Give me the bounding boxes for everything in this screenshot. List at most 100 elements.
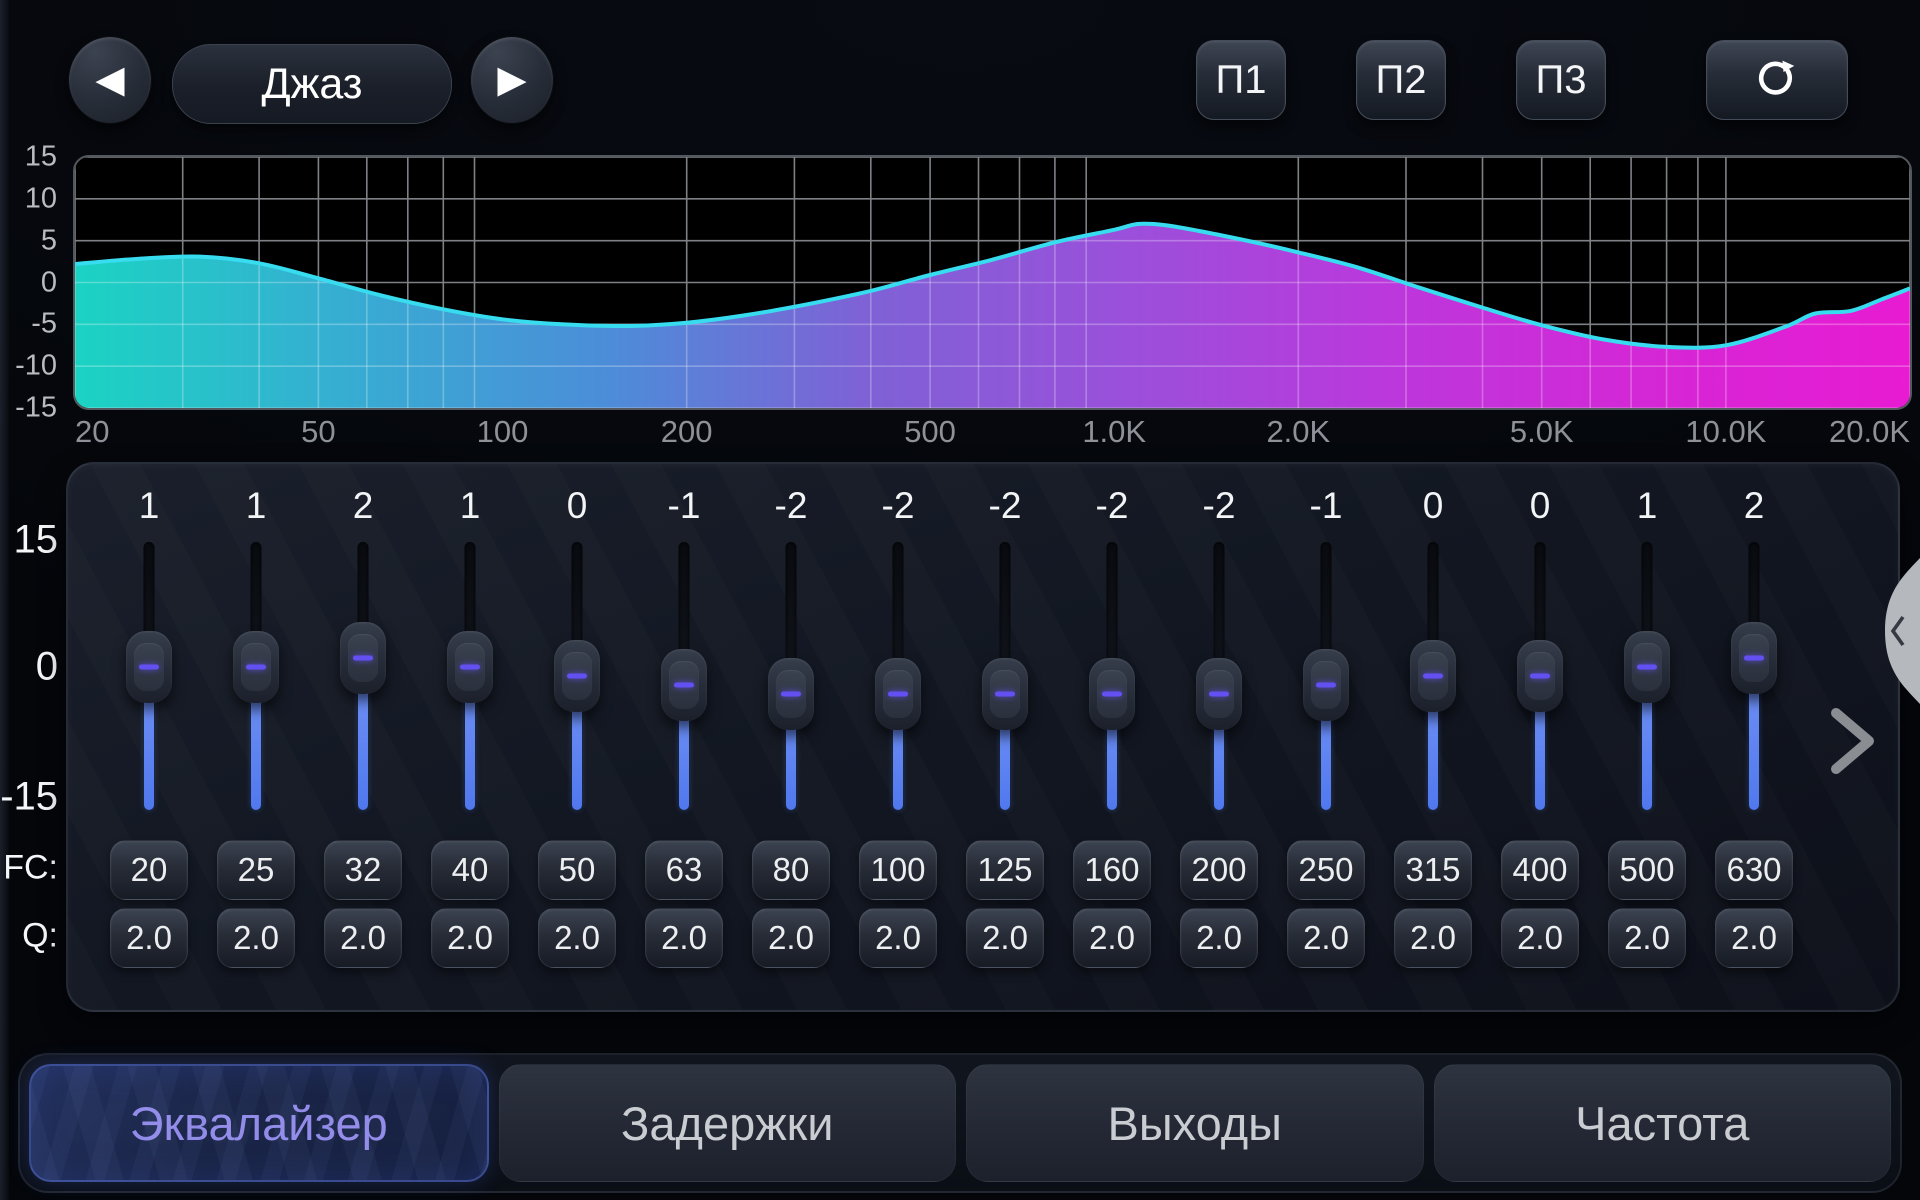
band-gain-slider[interactable]	[1064, 542, 1160, 810]
band-gain-slider[interactable]	[315, 542, 411, 810]
tab-equalizer[interactable]: Эквалайзер	[29, 1064, 489, 1182]
band-gain-value: 2	[1706, 484, 1802, 528]
preset-next-button[interactable]: ▶	[470, 36, 554, 124]
more-bands-chevron[interactable]	[1830, 708, 1876, 774]
slider-thumb[interactable]	[447, 631, 493, 703]
frequency-axis-tick: 200	[661, 414, 713, 450]
band-50hz: 0 50 2.0	[529, 464, 625, 1010]
left-triangle-icon: ◀	[95, 61, 124, 99]
slider-thumb[interactable]	[1410, 640, 1456, 712]
slider-thumb[interactable]	[1089, 658, 1135, 730]
band-q-button[interactable]: 2.0	[1287, 908, 1365, 968]
slider-thumb[interactable]	[661, 649, 707, 721]
band-fc-button[interactable]: 250	[1287, 840, 1365, 900]
band-gain-slider[interactable]	[743, 542, 839, 810]
band-fc-button[interactable]: 160	[1073, 840, 1151, 900]
band-gain-slider[interactable]	[957, 542, 1053, 810]
band-q-button[interactable]: 2.0	[966, 908, 1044, 968]
slider-thumb-inner	[1311, 661, 1341, 709]
slider-thumb[interactable]	[554, 640, 600, 712]
band-q-button[interactable]: 2.0	[217, 908, 295, 968]
slider-thumb[interactable]	[1624, 631, 1670, 703]
band-gain-value: -2	[957, 484, 1053, 528]
preset-memory-button-p1[interactable]: П1	[1196, 40, 1286, 120]
band-q-button[interactable]: 2.0	[645, 908, 723, 968]
band-q-button[interactable]: 2.0	[1608, 908, 1686, 968]
band-fc-button[interactable]: 200	[1180, 840, 1258, 900]
band-q-button[interactable]: 2.0	[110, 908, 188, 968]
preset-memory-group: П1 П2 П3	[1196, 40, 1606, 120]
band-q-button[interactable]: 2.0	[538, 908, 616, 968]
band-fc-button[interactable]: 25	[217, 840, 295, 900]
right-triangle-icon: ▶	[497, 61, 526, 99]
slider-thumb[interactable]	[768, 658, 814, 730]
band-q-button[interactable]: 2.0	[431, 908, 509, 968]
band-fc-button[interactable]: 50	[538, 840, 616, 900]
band-gain-value: -2	[743, 484, 839, 528]
band-gain-slider[interactable]	[850, 542, 946, 810]
band-gain-value: 0	[1385, 484, 1481, 528]
band-q-button[interactable]: 2.0	[752, 908, 830, 968]
slider-thumb[interactable]	[1517, 640, 1563, 712]
preset-prev-button[interactable]: ◀	[68, 36, 152, 124]
band-fc-button[interactable]: 32	[324, 840, 402, 900]
band-gain-slider[interactable]	[1171, 542, 1267, 810]
band-400hz: 0 400 2.0	[1492, 464, 1588, 1010]
band-gain-slider[interactable]	[422, 542, 518, 810]
band-fc-button[interactable]: 630	[1715, 840, 1793, 900]
scale-label-plus15: 15	[0, 518, 58, 563]
slider-thumb[interactable]	[875, 658, 921, 730]
preset-memory-button-p2[interactable]: П2	[1356, 40, 1446, 120]
tab-delays[interactable]: Задержки	[499, 1064, 957, 1182]
band-q-button[interactable]: 2.0	[1073, 908, 1151, 968]
band-fc-button[interactable]: 40	[431, 840, 509, 900]
band-100hz: -2 100 2.0	[850, 464, 946, 1010]
tab-outputs[interactable]: Выходы	[966, 1064, 1424, 1182]
reset-button[interactable]	[1706, 40, 1848, 120]
slider-thumb[interactable]	[126, 631, 172, 703]
slider-thumb[interactable]	[340, 622, 386, 694]
band-gain-slider[interactable]	[1385, 542, 1481, 810]
band-gain-slider[interactable]	[1706, 542, 1802, 810]
band-q-button[interactable]: 2.0	[1180, 908, 1258, 968]
refresh-icon	[1756, 59, 1798, 101]
band-q-button[interactable]: 2.0	[859, 908, 937, 968]
band-fc-button[interactable]: 125	[966, 840, 1044, 900]
band-q-button[interactable]: 2.0	[324, 908, 402, 968]
band-gain-slider[interactable]	[101, 542, 197, 810]
slider-thumb[interactable]	[982, 658, 1028, 730]
band-gain-value: -1	[1278, 484, 1374, 528]
band-fc-button[interactable]: 500	[1608, 840, 1686, 900]
band-fc-button[interactable]: 100	[859, 840, 937, 900]
slider-thumb-dash-icon	[139, 665, 159, 670]
band-gain-slider[interactable]	[529, 542, 625, 810]
band-gain-slider[interactable]	[1492, 542, 1588, 810]
band-20hz: 1 20 2.0	[101, 464, 197, 1010]
bands-panel: 1 20 2.01	[66, 462, 1900, 1012]
slider-thumb-inner	[883, 670, 913, 718]
slider-thumb[interactable]	[1731, 622, 1777, 694]
slider-thumb[interactable]	[1303, 649, 1349, 721]
band-q-button[interactable]: 2.0	[1394, 908, 1472, 968]
slider-thumb[interactable]	[1196, 658, 1242, 730]
slider-thumb-dash-icon	[1423, 674, 1443, 679]
tab-frequency[interactable]: Частота	[1434, 1064, 1892, 1182]
scale-label-minus15: -15	[0, 775, 58, 820]
band-gain-slider[interactable]	[1278, 542, 1374, 810]
band-fc-button[interactable]: 20	[110, 840, 188, 900]
band-q-button[interactable]: 2.0	[1715, 908, 1793, 968]
band-gain-slider[interactable]	[636, 542, 732, 810]
band-q-button[interactable]: 2.0	[1501, 908, 1579, 968]
band-63hz: -1 63 2.0	[636, 464, 732, 1010]
slider-thumb[interactable]	[233, 631, 279, 703]
preset-memory-button-p3[interactable]: П3	[1516, 40, 1606, 120]
band-fc-button[interactable]: 400	[1501, 840, 1579, 900]
band-gain-slider[interactable]	[1599, 542, 1695, 810]
side-drawer-handle[interactable]	[1872, 556, 1920, 706]
preset-name-display[interactable]: Джаз	[172, 44, 452, 124]
band-fc-button[interactable]: 315	[1394, 840, 1472, 900]
bands-container: 1 20 2.01	[68, 464, 1898, 1010]
band-fc-button[interactable]: 80	[752, 840, 830, 900]
band-gain-slider[interactable]	[208, 542, 304, 810]
band-fc-button[interactable]: 63	[645, 840, 723, 900]
